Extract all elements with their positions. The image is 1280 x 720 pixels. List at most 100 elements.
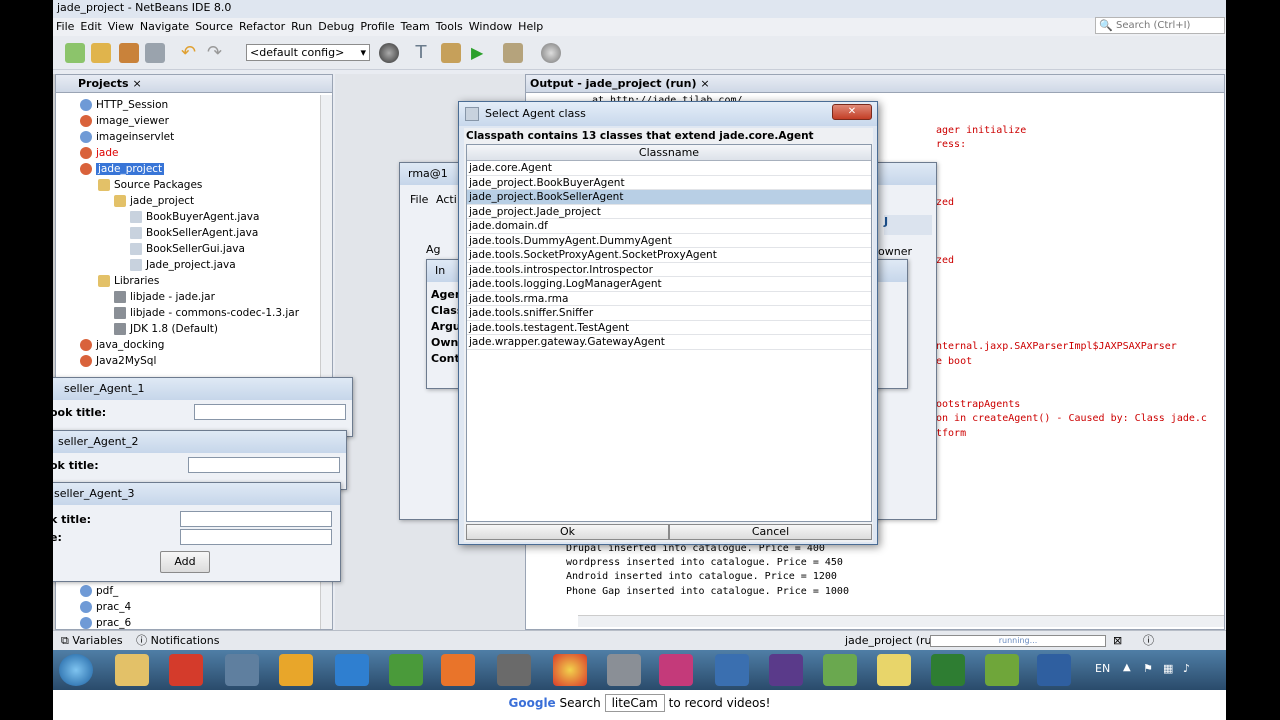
- tree-node[interactable]: Java2MySql: [80, 353, 299, 369]
- rma-menu-file[interactable]: File: [410, 193, 428, 206]
- tree-node[interactable]: Libraries: [80, 273, 299, 289]
- build-target-icon[interactable]: [379, 43, 399, 63]
- app-icon[interactable]: [877, 654, 911, 686]
- add-button[interactable]: Add: [160, 551, 210, 573]
- tree-node[interactable]: Jade_project.java: [80, 257, 299, 273]
- tree-node[interactable]: prac_6: [80, 615, 131, 631]
- tree-node[interactable]: JDK 1.8 (Default): [80, 321, 299, 337]
- explorer-icon[interactable]: [115, 654, 149, 686]
- table-row[interactable]: jade.wrapper.gateway.GatewayAgent: [467, 335, 871, 350]
- menu-view[interactable]: View: [108, 20, 134, 33]
- classname-column-header[interactable]: Classname: [467, 145, 871, 161]
- app-icon[interactable]: [389, 654, 423, 686]
- config-select[interactable]: <default config> ▾: [246, 44, 370, 61]
- close-button[interactable]: ✕: [832, 104, 872, 120]
- menu-source[interactable]: Source: [195, 20, 233, 33]
- new-file-icon[interactable]: [65, 43, 85, 63]
- app-icon[interactable]: [931, 654, 965, 686]
- sublime-icon[interactable]: [497, 654, 531, 686]
- table-row[interactable]: jade.core.Agent: [467, 161, 871, 176]
- tree-node[interactable]: BookSellerAgent.java: [80, 225, 299, 241]
- profile-icon[interactable]: [541, 43, 561, 63]
- menu-team[interactable]: Team: [401, 20, 430, 33]
- menu-run[interactable]: Run: [291, 20, 312, 33]
- close-icon[interactable]: ×: [132, 77, 141, 90]
- chrome-icon[interactable]: [553, 654, 587, 686]
- android-studio-icon[interactable]: [823, 654, 857, 686]
- tree-node[interactable]: libjade - jade.jar: [80, 289, 299, 305]
- menu-profile[interactable]: Profile: [360, 20, 394, 33]
- redo-icon[interactable]: ↷: [207, 43, 227, 63]
- volume-icon[interactable]: ♪: [1183, 662, 1190, 675]
- ok-button[interactable]: Ok: [466, 524, 669, 540]
- table-row[interactable]: jade.tools.DummyAgent.DummyAgent: [467, 234, 871, 248]
- book-title-input[interactable]: [180, 511, 332, 527]
- tree-node[interactable]: jade_project: [80, 161, 299, 177]
- netbeans-icon[interactable]: [1037, 654, 1071, 686]
- menu-file[interactable]: File: [56, 20, 74, 33]
- run-icon[interactable]: ▶: [471, 43, 491, 63]
- book-title-input[interactable]: [188, 457, 340, 473]
- tree-node[interactable]: jade: [80, 145, 299, 161]
- tray-expand-icon[interactable]: ▲: [1123, 662, 1131, 673]
- tree-node[interactable]: Source Packages: [80, 177, 299, 193]
- banner-search-input[interactable]: liteCam: [604, 694, 665, 712]
- price-input[interactable]: [180, 529, 332, 545]
- app-icon[interactable]: [335, 654, 369, 686]
- firefox-icon[interactable]: [441, 654, 475, 686]
- menu-debug[interactable]: Debug: [318, 20, 354, 33]
- tree-node[interactable]: imageinservlet: [80, 129, 299, 145]
- tree-node[interactable]: pdf_: [80, 583, 131, 599]
- book-title-input[interactable]: [194, 404, 346, 420]
- start-button-icon[interactable]: [59, 654, 93, 686]
- search-input[interactable]: Search (Ctrl+I): [1095, 17, 1225, 34]
- variables-tab[interactable]: Variables: [72, 634, 122, 647]
- clean-build-icon[interactable]: [441, 43, 461, 63]
- action-center-icon[interactable]: ⚑: [1143, 662, 1153, 675]
- tree-node[interactable]: jade_project: [80, 193, 299, 209]
- table-row-selected[interactable]: jade_project.BookSellerAgent: [467, 190, 871, 205]
- cancel-button[interactable]: Cancel: [669, 524, 872, 540]
- menu-navigate[interactable]: Navigate: [140, 20, 189, 33]
- table-row[interactable]: jade_project.BookBuyerAgent: [467, 176, 871, 190]
- menu-refactor[interactable]: Refactor: [239, 20, 285, 33]
- notification-count-icon[interactable]: ⓘ: [1143, 631, 1154, 651]
- app-icon[interactable]: [659, 654, 693, 686]
- table-row[interactable]: jade.tools.testagent.TestAgent: [467, 321, 871, 335]
- tree-node[interactable]: image_viewer: [80, 113, 299, 129]
- tree-node[interactable]: HTTP_Session: [80, 97, 299, 113]
- computer-icon[interactable]: [225, 654, 259, 686]
- table-row[interactable]: jade.domain.df: [467, 219, 871, 234]
- debug-icon[interactable]: [503, 43, 523, 63]
- menu-window[interactable]: Window: [469, 20, 512, 33]
- tree-node[interactable]: libjade - commons-codec-1.3.jar: [80, 305, 299, 321]
- app-icon[interactable]: [169, 654, 203, 686]
- tree-node[interactable]: BookBuyerAgent.java: [80, 209, 299, 225]
- menu-tools[interactable]: Tools: [436, 20, 463, 33]
- app-icon[interactable]: [985, 654, 1019, 686]
- undo-icon[interactable]: ↶: [181, 43, 201, 63]
- app-icon[interactable]: [279, 654, 313, 686]
- build-icon[interactable]: T: [411, 43, 431, 63]
- rma-menu-actions[interactable]: Acti: [436, 193, 457, 206]
- new-project-icon[interactable]: [91, 43, 111, 63]
- network-icon[interactable]: ▦: [1163, 662, 1173, 675]
- rma-tree-root[interactable]: Ag: [426, 243, 441, 256]
- tree-node[interactable]: BookSellerGui.java: [80, 241, 299, 257]
- tree-node[interactable]: prac_4: [80, 599, 131, 615]
- notifications-tab[interactable]: Notifications: [151, 634, 220, 647]
- table-row[interactable]: jade_project.Jade_project: [467, 205, 871, 219]
- save-all-icon[interactable]: [145, 43, 165, 63]
- language-indicator[interactable]: EN: [1095, 662, 1110, 675]
- table-row[interactable]: jade.tools.rma.rma: [467, 292, 871, 306]
- table-row[interactable]: jade.tools.logging.LogManagerAgent: [467, 277, 871, 292]
- menu-help[interactable]: Help: [518, 20, 543, 33]
- open-project-icon[interactable]: [119, 43, 139, 63]
- eclipse-icon[interactable]: [769, 654, 803, 686]
- menu-edit[interactable]: Edit: [80, 20, 101, 33]
- horizontal-scrollbar[interactable]: [578, 615, 1224, 627]
- close-icon[interactable]: ×: [700, 77, 709, 90]
- virtualbox-icon[interactable]: [715, 654, 749, 686]
- table-row[interactable]: jade.tools.sniffer.Sniffer: [467, 306, 871, 321]
- projects-tab[interactable]: Projects ×: [56, 75, 332, 93]
